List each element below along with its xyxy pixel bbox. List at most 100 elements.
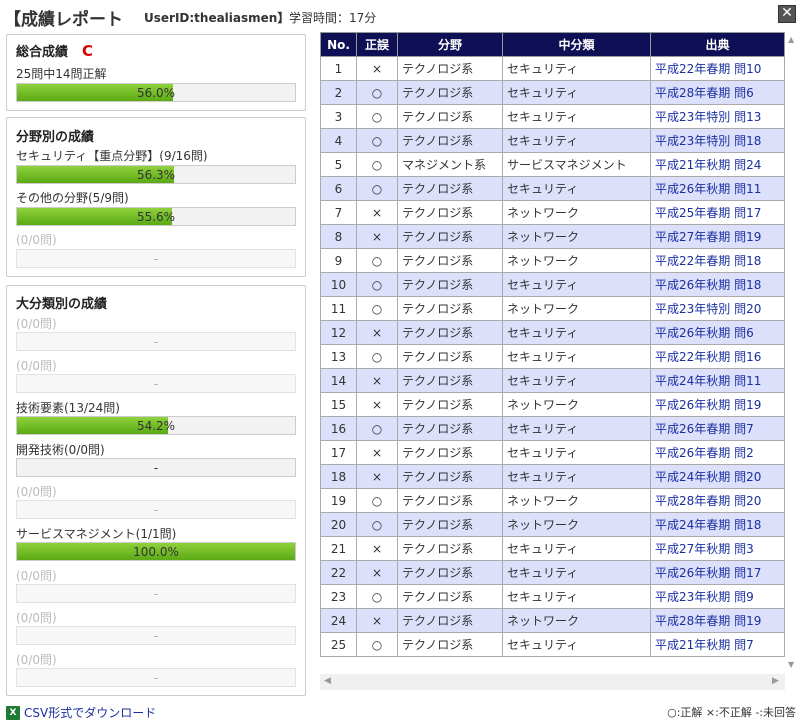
horizontal-scrollbar[interactable]: ◀ ▶: [320, 674, 785, 690]
row-result: ×: [356, 560, 398, 585]
row-number: 24: [320, 608, 357, 633]
major-row-label: (0/0問): [16, 359, 57, 373]
row-field: テクノロジ系: [397, 80, 503, 105]
row-subcategory: サービスマネジメント: [502, 152, 651, 177]
row-source[interactable]: 平成28年春期 問6: [650, 80, 785, 105]
major-title: 大分類別の成績: [16, 297, 108, 312]
csv-download-label[interactable]: CSV形式でダウンロード: [24, 704, 156, 721]
row-subcategory: セキュリティ: [502, 536, 651, 561]
csv-download-link[interactable]: X CSV形式でダウンロード: [6, 704, 156, 721]
report-header: 【成績レポート UserID:thealiasmen】 学習時間：17分 ✕: [0, 0, 800, 32]
row-source[interactable]: 平成26年秋期 問11: [650, 176, 785, 201]
row-subcategory: セキュリティ: [502, 56, 651, 81]
row-source[interactable]: 平成27年秋期 問3: [650, 536, 785, 561]
scroll-up-icon[interactable]: ▲: [788, 35, 794, 44]
row-source[interactable]: 平成22年春期 問18: [650, 248, 785, 273]
row-source[interactable]: 平成23年特別 問13: [650, 104, 785, 129]
table-row: 19 ○ テクノロジ系 ネットワーク 平成28年春期 問20: [320, 488, 785, 513]
row-number: 17: [320, 440, 357, 465]
row-field: テクノロジ系: [397, 464, 503, 489]
row-source[interactable]: 平成23年秋期 問9: [650, 584, 785, 609]
row-number: 3: [320, 104, 357, 129]
row-source[interactable]: 平成24年秋期 問20: [650, 464, 785, 489]
row-number: 13: [320, 344, 357, 369]
row-subcategory: セキュリティ: [502, 440, 651, 465]
table-row: 21 × テクノロジ系 セキュリティ 平成27年秋期 問3: [320, 536, 785, 561]
major-progress-bar: -: [16, 332, 296, 351]
table-row: 3 ○ テクノロジ系 セキュリティ 平成23年特別 問13: [320, 104, 785, 129]
row-result: ○: [356, 248, 398, 273]
row-subcategory: ネットワーク: [502, 296, 651, 321]
vertical-scrollbar[interactable]: ▲ ▼: [785, 32, 800, 672]
row-subcategory: ネットワーク: [502, 392, 651, 417]
major-row-label: (0/0問): [16, 569, 57, 583]
row-field: テクノロジ系: [397, 488, 503, 513]
row-source[interactable]: 平成25年春期 問17: [650, 200, 785, 225]
row-source[interactable]: 平成23年特別 問20: [650, 296, 785, 321]
overall-summary: 25問中14問正解: [16, 67, 107, 81]
row-source[interactable]: 平成26年秋期 問19: [650, 392, 785, 417]
row-number: 6: [320, 176, 357, 201]
table-row: 16 ○ テクノロジ系 セキュリティ 平成26年春期 問7: [320, 416, 785, 441]
major-row-label: 開発技術(0/0問): [16, 443, 105, 457]
field-row-label: セキュリティ【重点分野】(9/16問): [16, 149, 208, 163]
excel-icon: X: [6, 705, 20, 720]
row-field: マネジメント系: [397, 152, 503, 177]
row-field: テクノロジ系: [397, 176, 503, 201]
row-source[interactable]: 平成21年秋期 問24: [650, 152, 785, 177]
row-source[interactable]: 平成21年秋期 問7: [650, 632, 785, 657]
row-field: テクノロジ系: [397, 440, 503, 465]
row-subcategory: セキュリティ: [502, 416, 651, 441]
row-source[interactable]: 平成26年秋期 問17: [650, 560, 785, 585]
row-number: 15: [320, 392, 357, 417]
row-subcategory: セキュリティ: [502, 80, 651, 105]
row-source[interactable]: 平成27年春期 問19: [650, 224, 785, 249]
major-category-panel: 大分類別の成績 (0/0問) - (0/0問) - 技術要素(13/24問) 5…: [6, 285, 306, 696]
row-field: テクノロジ系: [397, 392, 503, 417]
row-source[interactable]: 平成28年春期 問19: [650, 608, 785, 633]
row-number: 21: [320, 536, 357, 561]
row-result: ×: [356, 56, 398, 81]
row-source[interactable]: 平成22年春期 問10: [650, 56, 785, 81]
row-result: ×: [356, 464, 398, 489]
table-row: 12 × テクノロジ系 セキュリティ 平成26年秋期 問6: [320, 320, 785, 345]
row-source[interactable]: 平成26年春期 問7: [650, 416, 785, 441]
row-subcategory: セキュリティ: [502, 464, 651, 489]
col-header-subcategory: 中分類: [502, 32, 651, 57]
scroll-down-icon[interactable]: ▼: [788, 660, 794, 669]
row-source[interactable]: 平成24年春期 問18: [650, 512, 785, 537]
row-result: ○: [356, 416, 398, 441]
close-button[interactable]: ✕: [778, 5, 796, 23]
col-header-field: 分野: [397, 32, 503, 57]
row-number: 18: [320, 464, 357, 489]
table-row: 5 ○ マネジメント系 サービスマネジメント 平成21年秋期 問24: [320, 152, 785, 177]
row-field: テクノロジ系: [397, 632, 503, 657]
row-number: 7: [320, 200, 357, 225]
row-number: 5: [320, 152, 357, 177]
scroll-right-icon[interactable]: ▶: [772, 676, 779, 686]
progress-text: -: [153, 671, 159, 685]
table-row: 7 × テクノロジ系 ネットワーク 平成25年春期 問17: [320, 200, 785, 225]
table-row: 2 ○ テクノロジ系 セキュリティ 平成28年春期 問6: [320, 80, 785, 105]
major-progress-bar: 100.0%: [16, 542, 296, 561]
row-source[interactable]: 平成24年秋期 問11: [650, 368, 785, 393]
row-field: テクノロジ系: [397, 608, 503, 633]
row-source[interactable]: 平成22年秋期 問16: [650, 344, 785, 369]
row-source[interactable]: 平成28年春期 問20: [650, 488, 785, 513]
row-source[interactable]: 平成26年秋期 問6: [650, 320, 785, 345]
row-subcategory: セキュリティ: [502, 584, 651, 609]
table-row: 14 × テクノロジ系 セキュリティ 平成24年秋期 問11: [320, 368, 785, 393]
row-field: テクノロジ系: [397, 320, 503, 345]
row-source[interactable]: 平成23年特別 問18: [650, 128, 785, 153]
close-icon: ✕: [781, 5, 793, 21]
row-subcategory: ネットワーク: [502, 224, 651, 249]
table-row: 10 ○ テクノロジ系 セキュリティ 平成26年秋期 問18: [320, 272, 785, 297]
scroll-left-icon[interactable]: ◀: [324, 676, 331, 686]
results-table-container: No. 正誤 分野 中分類 出典 1 × テクノロジ系 セキュリティ 平成22年春期 問…: [320, 32, 785, 657]
row-result: ×: [356, 200, 398, 225]
field-score-panel: 分野別の成績 セキュリティ【重点分野】(9/16問) 56.3% その他の分野(…: [6, 117, 306, 277]
major-progress-bar: -: [16, 374, 296, 393]
table-row: 17 × テクノロジ系 セキュリティ 平成26年春期 問2: [320, 440, 785, 465]
row-source[interactable]: 平成26年春期 問2: [650, 440, 785, 465]
row-source[interactable]: 平成26年秋期 問18: [650, 272, 785, 297]
